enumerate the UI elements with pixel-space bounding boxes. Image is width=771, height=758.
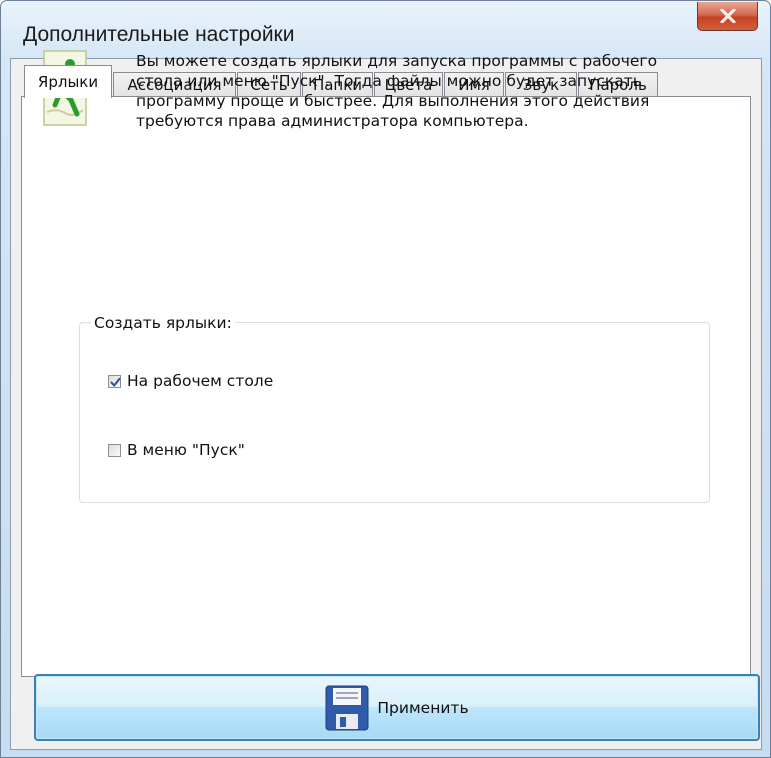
group-label: Создать ярлыки: bbox=[91, 314, 235, 332]
close-button[interactable] bbox=[697, 2, 758, 31]
title-bar[interactable]: Дополнительные настройки bbox=[1, 1, 770, 57]
intro-text: Вы можете создать ярлыки для запуска про… bbox=[136, 52, 658, 130]
close-icon bbox=[720, 9, 735, 23]
desktop-shortcut-label: На рабочем столе bbox=[127, 372, 274, 390]
apply-button-label: Применить bbox=[377, 698, 469, 717]
start-menu-shortcut-option[interactable]: В меню "Пуск" bbox=[108, 441, 245, 459]
desktop-shortcut-option[interactable]: На рабочем столе bbox=[108, 372, 273, 390]
start-menu-shortcut-checkbox[interactable] bbox=[108, 443, 121, 457]
create-shortcuts-group bbox=[79, 322, 710, 503]
start-menu-shortcut-label: В меню "Пуск" bbox=[127, 441, 245, 459]
desktop-shortcut-checkbox[interactable] bbox=[108, 374, 121, 388]
floppy-disk-icon bbox=[325, 685, 369, 730]
dialog-window: Дополнительные настройки Ярлыки Ассоциац… bbox=[0, 0, 771, 758]
window-title: Дополнительные настройки bbox=[23, 23, 295, 46]
tab-shortcuts[interactable]: Ярлыки bbox=[24, 65, 112, 98]
apply-button[interactable]: Применить bbox=[34, 674, 760, 741]
checkmark-icon bbox=[110, 377, 121, 386]
